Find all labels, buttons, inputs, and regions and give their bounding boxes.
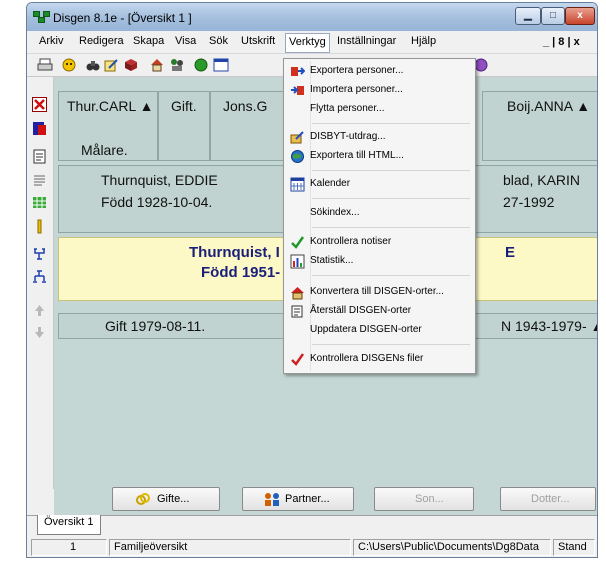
mdi-controls[interactable]: _ | 8 | x [543, 36, 580, 48]
gifte-button[interactable]: Gifte... [112, 487, 220, 511]
menu-item-exportera-html[interactable]: Exportera till HTML... [286, 147, 473, 166]
left-toolbar [27, 77, 54, 489]
menu-item-disbyt-utdrag[interactable]: DISBYT-utdrag... [286, 128, 473, 147]
menu-skapa[interactable]: Skapa [133, 35, 164, 47]
verktyg-menu: Exportera personer... Importera personer… [283, 58, 476, 374]
partner-icon [265, 493, 279, 506]
grid-icon[interactable] [32, 195, 47, 210]
maximize-button[interactable]: □ [541, 7, 565, 25]
print-icon[interactable] [37, 57, 53, 73]
grandparent-name: Thur.CARL ▲ [67, 98, 154, 114]
marriage-cell[interactable]: Gift 1979-08-11. [58, 313, 294, 339]
close-button[interactable]: x [565, 7, 595, 25]
father-cell[interactable]: Thurnquist, EDDIE Född 1928-10-04. [58, 165, 294, 233]
disgen-app-icon [33, 11, 50, 23]
arrow-up-icon[interactable] [32, 303, 47, 318]
text-list-icon[interactable] [32, 173, 47, 188]
check-red-icon [291, 353, 305, 366]
father-born: Född 1928-10-04. [101, 194, 213, 210]
status-path: C:\Users\Public\Documents\Dg8Data [353, 539, 551, 556]
menu-bar: Arkiv Redigera Skapa Visa Sök Utskrift V… [27, 31, 597, 53]
mother-dates: 27-1992 [503, 194, 555, 210]
grandparent-cell-4[interactable]: Boij.ANNA ▲ [482, 91, 597, 161]
menu-item-kontrollera-filer[interactable]: Kontrollera DISGENs filer [286, 350, 473, 369]
grandparents-marriage-cell[interactable]: Gift. [158, 91, 210, 161]
status-bar: 1 Familjeöversikt C:\Users\Public\Docume… [27, 537, 597, 557]
grandparent-cell-1[interactable]: Thur.CARL ▲ Målare. [58, 91, 158, 161]
status-view: Familjeöversikt [109, 539, 351, 556]
export-persons-icon [291, 67, 305, 76]
status-mode: Stand [553, 539, 595, 556]
grandparent-name-2: Jons.G [223, 98, 268, 114]
menu-item-konvertera-orter[interactable]: Konvertera till DISGEN-orter... [286, 283, 473, 302]
book-icon[interactable] [123, 57, 139, 73]
son-label: Son... [415, 493, 444, 505]
menu-redigera[interactable]: Redigera [79, 35, 124, 47]
menu-verktyg[interactable]: Verktyg [285, 33, 330, 53]
status-count: 1 [31, 539, 107, 556]
marriage-date: Gift 1979-08-11. [105, 318, 206, 334]
menu-item-exportera-personer[interactable]: Exportera personer... [286, 62, 473, 81]
partner-button[interactable]: Partner... [242, 487, 354, 511]
restore-places-icon [291, 305, 303, 318]
menu-arkiv[interactable]: Arkiv [39, 35, 63, 47]
main-person-right: E [505, 244, 516, 261]
menu-utskrift[interactable]: Utskrift [241, 35, 275, 47]
window-title: Disgen 8.1e - [Översikt 1 ] [53, 11, 192, 25]
dotter-button[interactable]: Dotter... [500, 487, 596, 511]
delete-icon[interactable] [32, 97, 47, 112]
convert-places-icon [291, 287, 304, 300]
ancestor-tree-icon[interactable] [32, 247, 47, 262]
grandparent-occupation: Målare. [81, 142, 128, 158]
check-icon [291, 236, 305, 249]
menu-item-kalender[interactable]: Kalender [286, 175, 473, 194]
menu-item-importera-personer[interactable]: Importera personer... [286, 81, 473, 100]
grandparents-status: Gift. [171, 98, 197, 114]
menu-item-sokindex[interactable]: Sökindex... [286, 204, 473, 223]
dotter-label: Dotter... [531, 493, 570, 505]
menu-hjalp[interactable]: Hjälp [411, 35, 436, 47]
family-icon[interactable] [169, 57, 185, 73]
arrow-down-icon[interactable] [32, 325, 47, 340]
rings-icon [136, 493, 150, 505]
mother-name: blad, KARIN [503, 172, 581, 188]
disbyt-icon [290, 131, 304, 144]
main-person-born: Född 1951- [201, 264, 281, 281]
menu-item-aterstall-orter[interactable]: Återställ DISGEN-orter [286, 302, 473, 321]
spouse-info: N 1943-1979- ▲ [501, 318, 598, 334]
person-icon[interactable] [61, 57, 77, 73]
globe-export-icon [291, 150, 304, 163]
home-icon[interactable] [149, 57, 165, 73]
note-book-icon[interactable] [32, 121, 47, 136]
statistics-icon [290, 254, 305, 269]
son-button[interactable]: Son... [374, 487, 474, 511]
relation-buttons: Gifte... Partner... Son... Dotter... [54, 487, 597, 515]
binoculars-icon[interactable] [85, 57, 101, 73]
calendar-icon [290, 177, 305, 192]
descendant-tree-icon[interactable] [32, 269, 47, 284]
menu-item-flytta-personer[interactable]: Flytta personer... [286, 100, 473, 119]
menu-installningar[interactable]: Inställningar [337, 35, 396, 47]
minimize-button[interactable]: ▁ [515, 7, 541, 25]
menu-item-statistik[interactable]: Statistik... [286, 252, 473, 271]
calendar-icon[interactable] [213, 57, 229, 73]
main-person-name: Thurnquist, I [189, 244, 280, 261]
document-icon[interactable] [32, 149, 47, 164]
menu-visa[interactable]: Visa [175, 35, 196, 47]
menu-item-uppdatera-orter[interactable]: Uppdatera DISGEN-orter [286, 321, 473, 340]
edit-note-icon[interactable] [103, 57, 119, 73]
tab-strip: Översikt 1 [27, 515, 597, 536]
menu-sok[interactable]: Sök [209, 35, 228, 47]
father-name: Thurnquist, EDDIE [101, 172, 218, 188]
title-bar[interactable]: Disgen 8.1e - [Översikt 1 ] ▁ □ x [27, 3, 597, 31]
grandparent-name-4: Boij.ANNA ▲ [507, 98, 591, 114]
pin-icon[interactable] [32, 219, 47, 234]
tab-oversikt-1[interactable]: Översikt 1 [37, 515, 101, 535]
import-persons-icon [291, 86, 304, 95]
menu-item-kontrollera-notiser[interactable]: Kontrollera notiser [286, 233, 473, 252]
gifte-label: Gifte... [157, 493, 190, 505]
tree-icon[interactable] [193, 57, 209, 73]
partner-label: Partner... [285, 493, 330, 505]
